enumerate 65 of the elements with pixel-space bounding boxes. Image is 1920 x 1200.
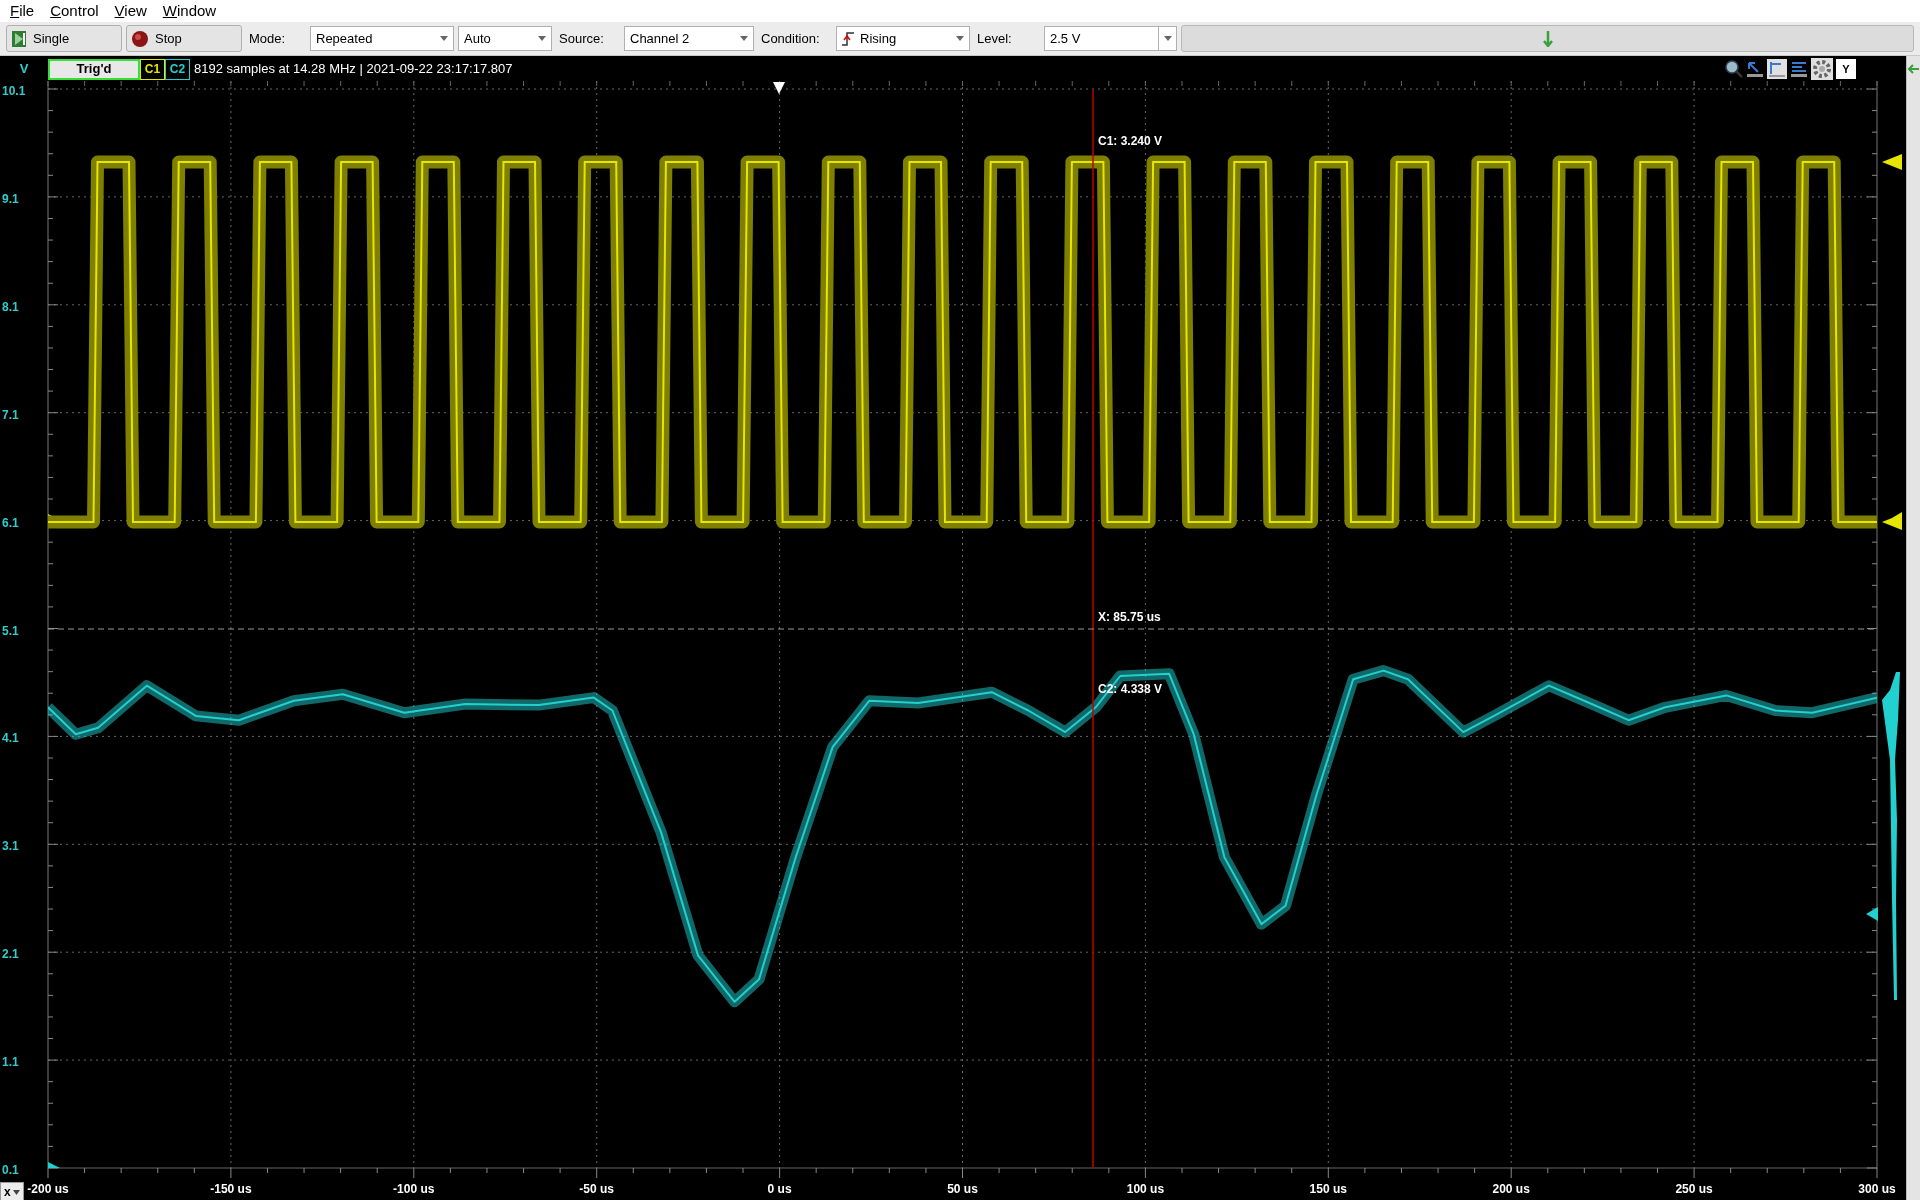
x-axis-label: -200 us	[27, 1181, 69, 1198]
axis-select-dropdown[interactable]: x	[0, 1182, 24, 1200]
acquisition-info: 8192 samples at 14.28 MHz | 2021-09-22 23:17:17.807	[193, 60, 513, 79]
cursor-readout: X: 85.75 us	[1098, 609, 1161, 626]
y-axis-button[interactable]: Y	[1836, 59, 1856, 79]
x-axis-label: 250 us	[1675, 1181, 1713, 1198]
bars-icon[interactable]	[1790, 60, 1808, 78]
x-axis-label: -100 us	[393, 1181, 435, 1198]
y-axis-label: 7.1	[2, 406, 19, 424]
dropdown-arrow-icon	[1163, 36, 1172, 41]
condition-dropdown[interactable]: Rising	[836, 26, 970, 51]
y-axis-label: 8.1	[2, 298, 19, 316]
channel-toggle[interactable]: C1	[140, 58, 165, 80]
mode-dropdown[interactable]: Repeated	[310, 26, 454, 51]
x-axis-label: -50 us	[579, 1181, 615, 1198]
y-axis-label: 6.1	[2, 514, 19, 532]
stop-icon	[131, 29, 149, 48]
x-axis-label: 50 us	[947, 1181, 978, 1198]
mode-label: Mode:	[248, 29, 287, 48]
channel-marker-icon[interactable]	[48, 1162, 60, 1168]
level-field[interactable]: 2.5 V	[1044, 26, 1177, 51]
trigger-level-marker-icon[interactable]	[1866, 907, 1878, 921]
cursor-readout: C1: 3.240 V	[1098, 133, 1163, 150]
y-axis-label: 2.1	[2, 946, 19, 964]
source-label: Source:	[558, 29, 605, 48]
cursor-arrow-icon[interactable]	[1746, 60, 1764, 78]
x-axis-label: 300 us	[1858, 1181, 1896, 1198]
single-button[interactable]: Single	[6, 25, 122, 52]
y-axis-label: 5.1	[2, 622, 19, 640]
menu-item[interactable]: File	[10, 0, 35, 23]
back-arrow-icon[interactable]	[1907, 62, 1920, 76]
y-axis-label: 10.1	[2, 83, 26, 100]
dropdown-arrow-icon	[440, 36, 448, 41]
trigger-mode-dropdown[interactable]: Auto	[458, 26, 552, 51]
down-arrow-icon	[1542, 30, 1553, 47]
y-axis-label: 0.1	[2, 1162, 19, 1179]
trigger-status: Trig'd	[48, 58, 140, 80]
x-axis-label: 150 us	[1309, 1181, 1347, 1198]
zoom-icon[interactable]	[1725, 60, 1743, 78]
cursor-readout: C2: 4.338 V	[1098, 681, 1163, 698]
trigger-marker-icon[interactable]	[773, 82, 785, 94]
step-icon	[11, 29, 27, 48]
dropdown-arrow-icon	[956, 36, 964, 41]
x-axis-label: 200 us	[1492, 1181, 1530, 1198]
y-axis-label: 3.1	[2, 838, 19, 856]
dropdown-arrow-icon	[13, 1189, 20, 1195]
axis-unit: V	[18, 60, 30, 79]
menu-item[interactable]: View	[114, 0, 147, 23]
y-axis-label: 1.1	[2, 1054, 19, 1072]
menu-item[interactable]: Control	[50, 0, 99, 23]
x-axis-label: 0 us	[767, 1181, 792, 1198]
rising-edge-icon	[842, 31, 854, 46]
x-axis-label: 100 us	[1126, 1181, 1165, 1198]
menu-item[interactable]: Window	[162, 0, 217, 23]
dropdown-arrow-icon	[740, 36, 748, 41]
y-axis-label: 4.1	[2, 730, 19, 748]
y-axis-label: 9.1	[2, 190, 19, 208]
source-dropdown[interactable]: Channel 2	[624, 26, 754, 51]
condition-label: Condition:	[760, 29, 821, 48]
settings-icon[interactable]	[1811, 58, 1833, 80]
level-label: Level:	[976, 29, 1013, 48]
dropdown-arrow-icon	[538, 36, 546, 41]
channel-toggle[interactable]: C2	[165, 58, 190, 80]
x-axis-label: -150 us	[210, 1181, 252, 1198]
stop-button[interactable]: Stop	[126, 25, 242, 52]
